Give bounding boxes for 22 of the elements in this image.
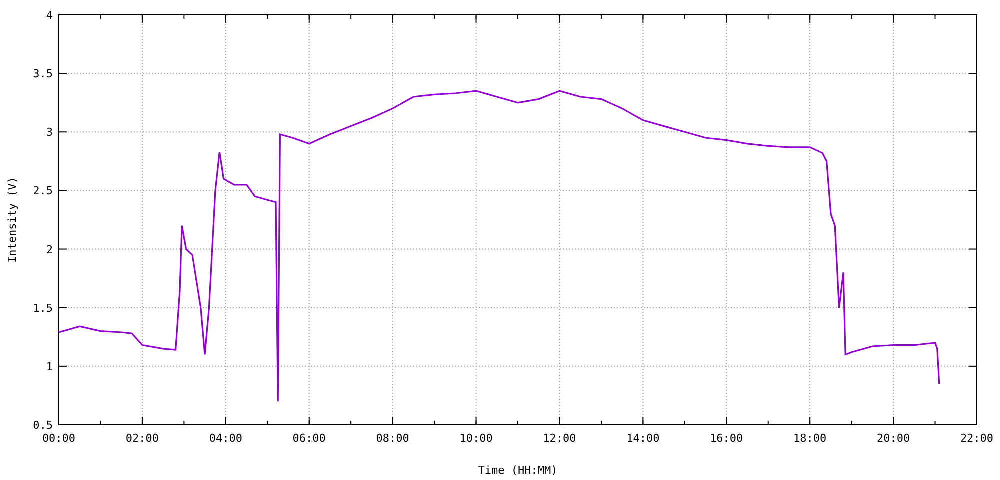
tick-label: 12:00: [543, 432, 576, 445]
tick-label: 3: [46, 126, 53, 140]
tick-label: 2.5: [33, 184, 53, 198]
tick-label: 0.5: [33, 419, 53, 432]
tick-label: 3.5: [33, 68, 53, 81]
tick-label: 4: [46, 9, 53, 22]
tick-label: 2: [46, 243, 53, 256]
axis-title: Intensity (V): [6, 176, 19, 264]
tick-label: 22:00: [960, 432, 994, 445]
tick-label: 00:00: [42, 432, 76, 445]
axis-title: Time (HH:MM): [478, 464, 558, 477]
tick-label: 16:00: [710, 432, 744, 445]
tick-label: 10:00: [460, 432, 493, 445]
tick-label: 1.5: [33, 302, 53, 315]
tick-label: 20:00: [876, 432, 910, 445]
tick-label: 14:00: [626, 432, 660, 445]
tick-label: 02:00: [126, 432, 160, 445]
tick-label: 08:00: [376, 432, 410, 445]
tick-label: 18:00: [794, 432, 827, 445]
tick-label: 04:00: [209, 432, 242, 445]
tick-label: 06:00: [292, 432, 326, 445]
tick-label: 1: [46, 360, 53, 374]
